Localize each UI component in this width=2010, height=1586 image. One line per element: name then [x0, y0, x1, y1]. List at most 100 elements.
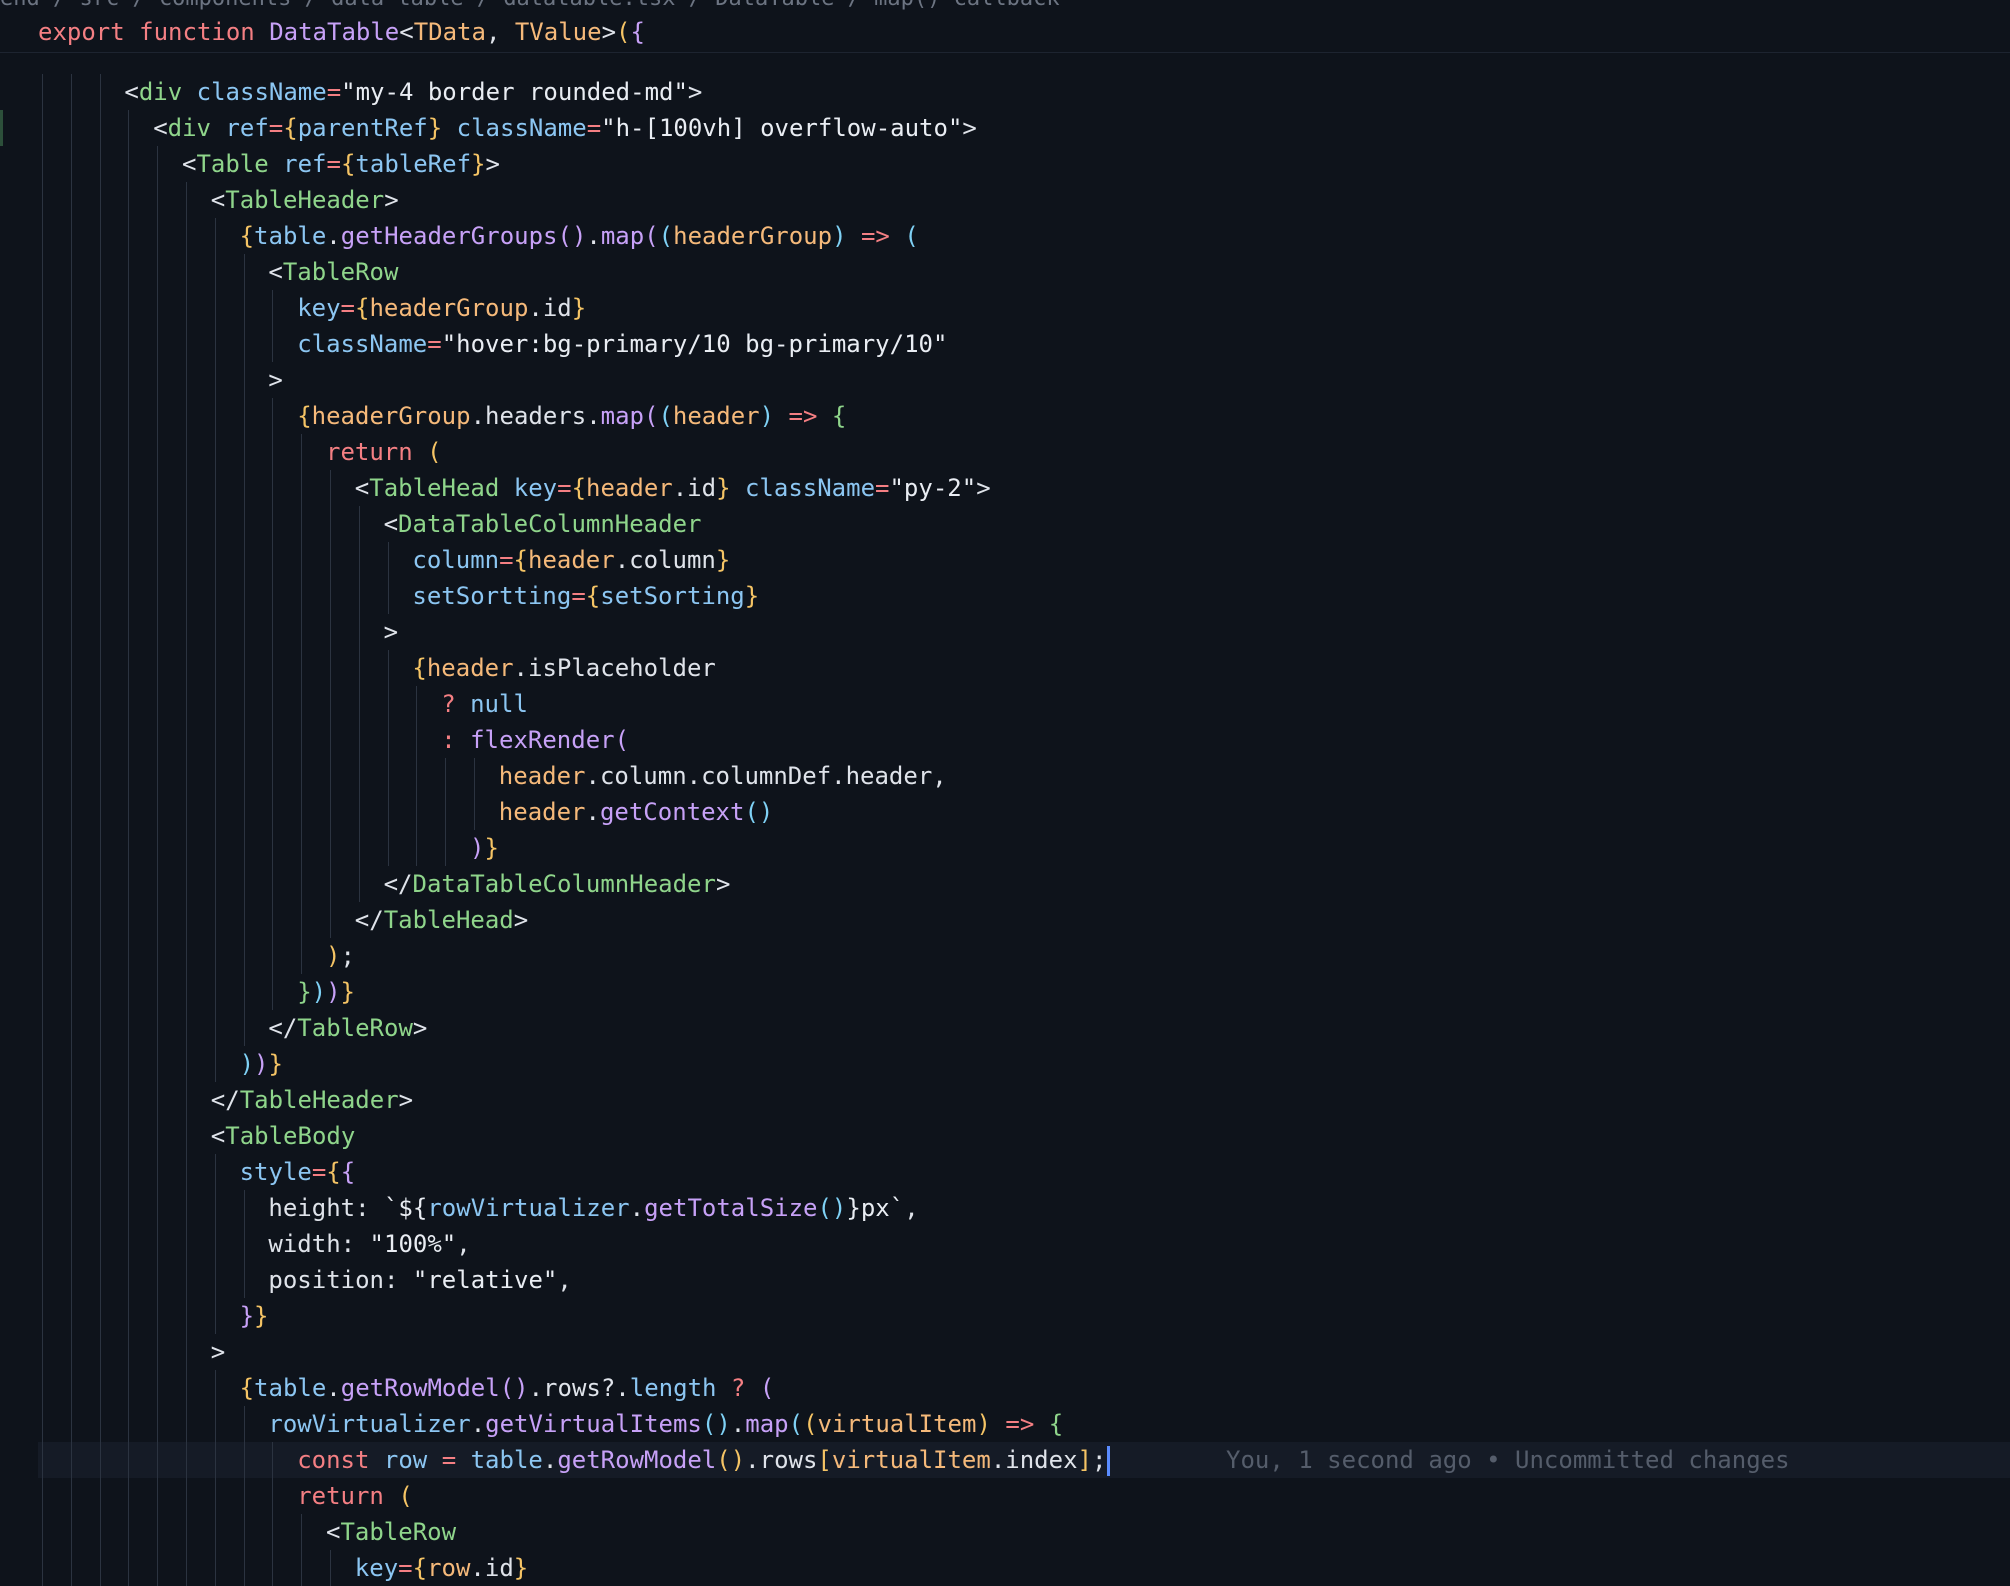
- code-line[interactable]: key={headerGroup.id}: [297, 290, 586, 326]
- code-line[interactable]: <TableHead key={header.id} className="py…: [355, 470, 991, 506]
- code-line[interactable]: )}: [470, 830, 499, 866]
- code-line[interactable]: ))}: [240, 1046, 283, 1082]
- code-token: =>: [990, 1410, 1049, 1438]
- code-token: className: [196, 78, 327, 106]
- code-token: >: [384, 186, 399, 214]
- code-token: TableRow: [340, 1518, 457, 1546]
- code-line[interactable]: header.getContext(): [499, 794, 774, 830]
- code-line[interactable]: <TableBody: [211, 1118, 356, 1154]
- indent-guide: [387, 650, 389, 866]
- code-line[interactable]: width: "100%",: [268, 1226, 470, 1262]
- code-line[interactable]: <TableRow: [268, 254, 398, 290]
- code-token: TableHeader: [225, 186, 385, 214]
- code-token: (: [658, 222, 674, 250]
- code-line[interactable]: <div className="my-4 border rounded-md">: [124, 74, 702, 110]
- code-token: "hover:bg-primary/10 bg-primary/10": [441, 330, 948, 358]
- code-line[interactable]: >: [384, 614, 398, 650]
- code-line[interactable]: <TableRow: [326, 1514, 456, 1550]
- code-line[interactable]: export function DataTable<TData, TValue>…: [38, 14, 645, 50]
- code-token: parentRef: [297, 114, 428, 142]
- code-line[interactable]: rowVirtualizer.getVirtualItems().map((vi…: [268, 1406, 1063, 1442]
- code-token: .rows?.: [528, 1374, 630, 1402]
- code-line[interactable]: header.column.columnDef.header,: [499, 758, 947, 794]
- code-line[interactable]: >: [268, 362, 282, 398]
- code-line[interactable]: <Table ref={tableRef}>: [182, 146, 500, 182]
- code-line[interactable]: {headerGroup.headers.map((header) => {: [297, 398, 846, 434]
- code-token: >: [976, 474, 991, 502]
- code-line[interactable]: </TableHeader>: [211, 1082, 413, 1118]
- code-token: (: [644, 402, 659, 430]
- code-token: {: [239, 222, 255, 250]
- code-token: TableRow: [282, 258, 399, 286]
- code-token: ?: [441, 690, 471, 718]
- code-editor[interactable]: <div className="my-4 border rounded-md">…: [0, 0, 2010, 1586]
- code-line[interactable]: </TableHead>: [355, 902, 528, 938]
- indent-guide: [330, 470, 331, 938]
- code-line[interactable]: </DataTableColumnHeader>: [384, 866, 731, 902]
- code-token: <: [326, 1518, 341, 1546]
- code-line[interactable]: column={header.column}: [412, 542, 730, 578]
- code-token: .column: [614, 546, 716, 574]
- code-token: ,: [456, 1230, 471, 1258]
- code-line[interactable]: return (: [297, 1478, 413, 1514]
- code-line[interactable]: className="hover:bg-primary/10 bg-primar…: [297, 326, 947, 362]
- code-token: </: [354, 906, 384, 934]
- git-change-indicator: [0, 110, 3, 146]
- code-token: =: [268, 114, 284, 142]
- code-token: =>: [846, 222, 905, 250]
- code-line[interactable]: {table.getRowModel().rows?.length ? (: [240, 1370, 775, 1406]
- code-token: map: [745, 1410, 789, 1438]
- code-token: </: [383, 870, 413, 898]
- code-token: (: [398, 1482, 413, 1510]
- code-line[interactable]: );: [326, 938, 355, 974]
- code-line[interactable]: style={{: [240, 1154, 356, 1190]
- code-token: >: [268, 366, 283, 394]
- code-token: "my-4 border rounded-md": [341, 78, 688, 106]
- code-token: (: [904, 222, 919, 250]
- code-token: getVirtualItems: [485, 1410, 702, 1438]
- code-token: {: [571, 474, 587, 502]
- code-token: getTotalSize: [644, 1194, 818, 1222]
- code-token: }: [254, 1302, 269, 1330]
- code-token: {: [355, 294, 370, 322]
- code-line[interactable]: >: [211, 1334, 225, 1370]
- code-token: table: [254, 1374, 327, 1402]
- code-token: getRowModel: [340, 1374, 500, 1402]
- code-line[interactable]: {table.getHeaderGroups().map((headerGrou…: [240, 218, 919, 254]
- code-token: ;: [1091, 1446, 1107, 1474]
- code-line[interactable]: ? null: [441, 686, 528, 722]
- code-line[interactable]: {header.isPlaceholder: [412, 650, 715, 686]
- breadcrumb[interactable]: end / src / components / data-table / da…: [0, 0, 1060, 11]
- code-token: }: [239, 1302, 255, 1330]
- code-token: .: [326, 222, 341, 250]
- code-line[interactable]: : flexRender(: [441, 722, 629, 758]
- code-line[interactable]: <TableHeader>: [211, 182, 399, 218]
- indent-guide: [272, 398, 274, 1010]
- code-line[interactable]: height: `${rowVirtualizer.getTotalSize()…: [268, 1190, 918, 1226]
- code-token: .: [326, 1374, 341, 1402]
- code-token: <: [210, 1122, 226, 1150]
- code-line[interactable]: setSortting={setSorting}: [412, 578, 759, 614]
- code-token: .: [730, 1410, 746, 1438]
- code-token: setSortting: [412, 582, 572, 610]
- code-token: ;: [340, 942, 355, 970]
- code-token: {: [340, 150, 356, 178]
- code-line[interactable]: key={row.id}: [355, 1550, 528, 1586]
- code-line[interactable]: }}: [240, 1298, 269, 1334]
- code-line[interactable]: </TableRow>: [268, 1010, 427, 1046]
- sticky-scroll-header[interactable]: end / src / components / data-table / da…: [0, 0, 2010, 53]
- code-token: {: [297, 402, 312, 430]
- code-token: </: [210, 1086, 240, 1114]
- code-token: }: [716, 474, 731, 502]
- indent-guide: [186, 182, 187, 1586]
- code-token: >: [383, 618, 399, 646]
- code-line[interactable]: <DataTableColumnHeader: [384, 506, 702, 542]
- code-token: (: [427, 438, 442, 466]
- code-line[interactable]: position: "relative",: [268, 1262, 571, 1298]
- code-line[interactable]: }))}: [297, 974, 355, 1010]
- code-line[interactable]: <div ref={parentRef} className="h-[100vh…: [153, 110, 977, 146]
- code-line[interactable]: return (: [326, 434, 442, 470]
- code-token: row: [383, 1446, 428, 1474]
- code-token: ): [326, 942, 341, 970]
- code-line-current[interactable]: const row = table.getRowModel().rows[vir…: [297, 1442, 1790, 1478]
